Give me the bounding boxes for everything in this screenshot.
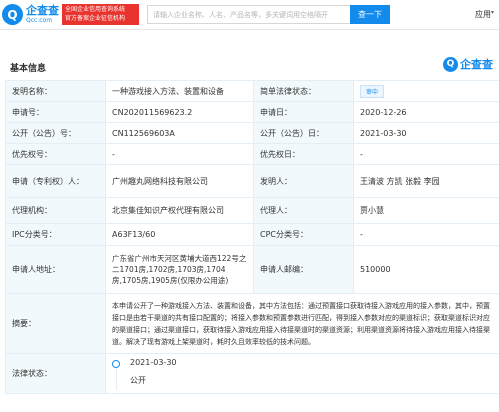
- label-postcode: 申请人邮编：: [253, 245, 354, 294]
- table-row: 申请（专利权）人： 广州趣丸网络科技有限公司 发明人： 王清波 方凯 张毅 李园: [5, 164, 499, 198]
- search-input[interactable]: 请输入企业名称、人名、产品名等，多关键词用空格隔开: [147, 5, 350, 24]
- value-agent: 贾小慧: [353, 197, 499, 224]
- label-application-no: 申请号：: [5, 101, 106, 123]
- app-menu-link[interactable]: 应用: [475, 9, 491, 20]
- table-row: IPC分类号： A63F13/60 CPC分类号： -: [5, 223, 499, 246]
- label-publication-date: 公开（公告）日：: [253, 122, 354, 144]
- label-legal-history: 法律状态：: [5, 353, 106, 394]
- value-inventor: 王清波 方凯 张毅 李园: [353, 164, 499, 198]
- banner-line-1: 全国企业信用查询系统: [65, 6, 126, 13]
- value-ipc: A63F13/60: [105, 223, 254, 246]
- brand-name: 企查查: [460, 58, 493, 71]
- label-address: 申请人地址：: [5, 245, 106, 294]
- value-application-date: 2020-12-26: [353, 101, 499, 123]
- abstract-text: 本申请公开了一种游戏接入方法、装置和设备，其中方法包括：通过预置接口获取待接入游…: [112, 301, 490, 346]
- label-publication-no: 公开（公告）号：: [5, 122, 106, 144]
- brand-watermark: Q 企查查: [443, 56, 493, 72]
- banner-line-2: 官方备案企业征信机构: [65, 15, 126, 22]
- table-row: 申请人地址： 广东省广州市天河区黄埔大道西122号之二1701房,1702房,1…: [5, 245, 499, 294]
- label-abstract: 摘要：: [5, 293, 106, 354]
- search-button[interactable]: 查一下: [350, 5, 390, 24]
- label-invention-name: 发明名称：: [5, 80, 106, 102]
- value-postcode: 510000: [353, 245, 499, 294]
- patent-info-table: 发明名称： 一种游戏接入方法、装置和设备 简单法律状态： 审中 申请号： CN2…: [5, 80, 499, 394]
- brand-logo-icon: Q: [443, 56, 458, 72]
- agency-link[interactable]: 北京集佳知识产权代理有限公司: [105, 197, 254, 224]
- value-publication-date: 2021-03-30: [353, 122, 499, 144]
- timeline-event: 公开: [130, 375, 146, 385]
- table-row: 代理机构： 北京集佳知识产权代理有限公司 代理人： 贾小慧: [5, 197, 499, 224]
- timeline-line: [116, 367, 117, 390]
- timeline-date: 2021-03-30: [130, 357, 177, 367]
- table-row: 法律状态： 2021-03-30 公开: [5, 353, 499, 394]
- table-row: 摘要： 本申请公开了一种游戏接入方法、装置和设备，其中方法包括：通过预置接口获取…: [5, 293, 499, 354]
- chevron-down-icon[interactable]: ▾: [491, 9, 494, 16]
- status-badge: 审中: [360, 84, 385, 98]
- site-logo[interactable]: Q 企查查 Qcc.com: [2, 4, 59, 25]
- basic-info-header: 基本信息 Q 企查查: [0, 56, 499, 78]
- value-cpc: -: [353, 223, 499, 246]
- value-invention-name: 一种游戏接入方法、装置和设备: [105, 80, 254, 102]
- label-legal-status: 简单法律状态：: [253, 80, 354, 102]
- table-row: 申请号： CN202011569623.2 申请日： 2020-12-26: [5, 101, 499, 123]
- timeline-dot-icon: [112, 359, 120, 368]
- logo-text: 企查查 Qcc.com: [26, 3, 59, 25]
- credit-banner: 全国企业信用查询系统 官方备案企业征信机构: [62, 4, 139, 25]
- value-publication-no: CN112569603A: [105, 122, 254, 144]
- value-priority-date: -: [353, 143, 499, 165]
- legal-timeline: 2021-03-30 公开: [112, 356, 493, 392]
- label-applicant: 申请（专利权）人：: [5, 164, 106, 198]
- table-row: 发明名称： 一种游戏接入方法、装置和设备 简单法律状态： 审中: [5, 80, 499, 102]
- value-application-no: CN202011569623.2: [105, 101, 254, 123]
- logo-name: 企查查: [26, 3, 59, 17]
- label-cpc: CPC分类号：: [253, 223, 354, 246]
- value-address: 广东省广州市天河区黄埔大道西122号之二1701房,1702房,1703房,17…: [105, 245, 254, 294]
- label-ipc: IPC分类号：: [5, 223, 106, 246]
- label-application-date: 申请日：: [253, 101, 354, 123]
- logo-icon: Q: [2, 4, 23, 25]
- label-agent: 代理人：: [253, 197, 354, 224]
- label-inventor: 发明人：: [253, 164, 354, 198]
- table-row: 公开（公告）号： CN112569603A 公开（公告）日： 2021-03-3…: [5, 122, 499, 144]
- logo-domain: Qcc.com: [26, 16, 53, 24]
- section-title: 基本信息: [10, 64, 47, 74]
- value-priority-no: -: [105, 143, 254, 165]
- label-priority-date: 优先权日：: [253, 143, 354, 165]
- applicant-link[interactable]: 广州趣丸网络科技有限公司: [105, 164, 254, 198]
- label-agency: 代理机构：: [5, 197, 106, 224]
- table-row: 优先权号： - 优先权日： -: [5, 143, 499, 165]
- top-bar: Q 企查查 Qcc.com 全国企业信用查询系统 官方备案企业征信机构 请输入企…: [0, 0, 499, 30]
- label-priority-no: 优先权号：: [5, 143, 106, 165]
